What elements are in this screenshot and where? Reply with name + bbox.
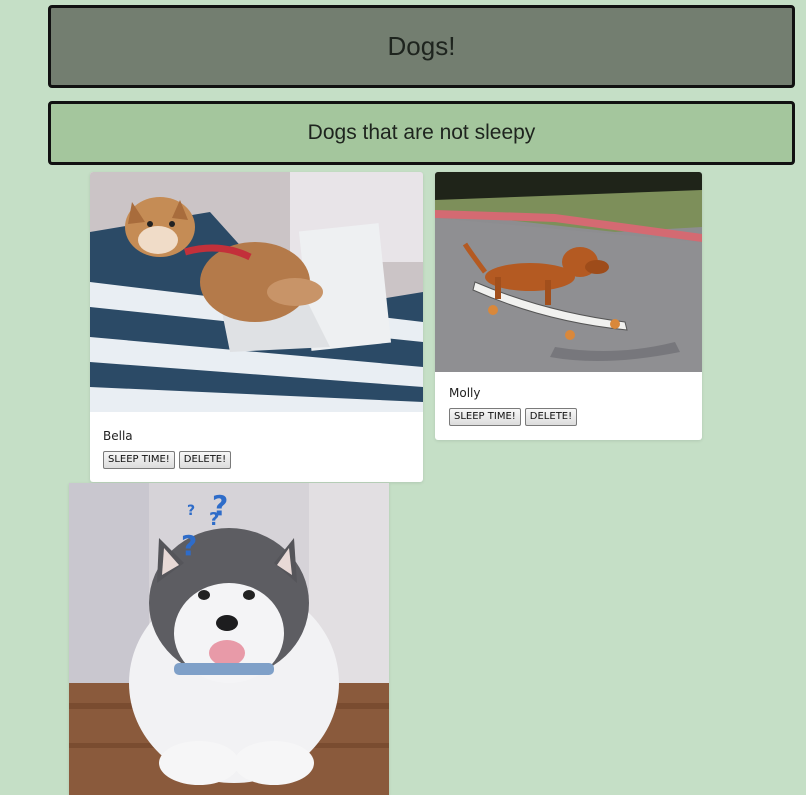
dog-photo-husky: ? ? ? ? <box>69 483 389 795</box>
dog-actions: SLEEP TIME! DELETE! <box>449 408 578 426</box>
delete-button[interactable]: DELETE! <box>524 408 578 426</box>
delete-button[interactable]: DELETE! <box>178 451 232 469</box>
section-title: Dogs that are not sleepy <box>307 121 536 144</box>
dog-actions: SLEEP TIME! DELETE! <box>103 451 232 469</box>
dog-card-husky: ? ? ? ? <box>69 483 389 795</box>
dog-name: Bella <box>103 429 133 443</box>
dog-name: Molly <box>449 386 481 400</box>
sleep-time-button[interactable]: SLEEP TIME! <box>103 451 175 469</box>
section-header: Dogs that are not sleepy <box>48 101 795 165</box>
page-title: Dogs! <box>387 31 456 61</box>
dog-photo-molly <box>435 172 702 372</box>
dog-card-bella: Bella SLEEP TIME! DELETE! <box>90 172 423 482</box>
svg-text:?: ? <box>212 489 228 522</box>
dog-card-molly: Molly SLEEP TIME! DELETE! <box>435 172 702 440</box>
page-header: Dogs! <box>48 5 795 88</box>
sleep-time-button[interactable]: SLEEP TIME! <box>449 408 521 426</box>
svg-text:?: ? <box>181 529 197 562</box>
dog-photo-bella <box>90 172 423 412</box>
svg-text:?: ? <box>187 503 195 519</box>
